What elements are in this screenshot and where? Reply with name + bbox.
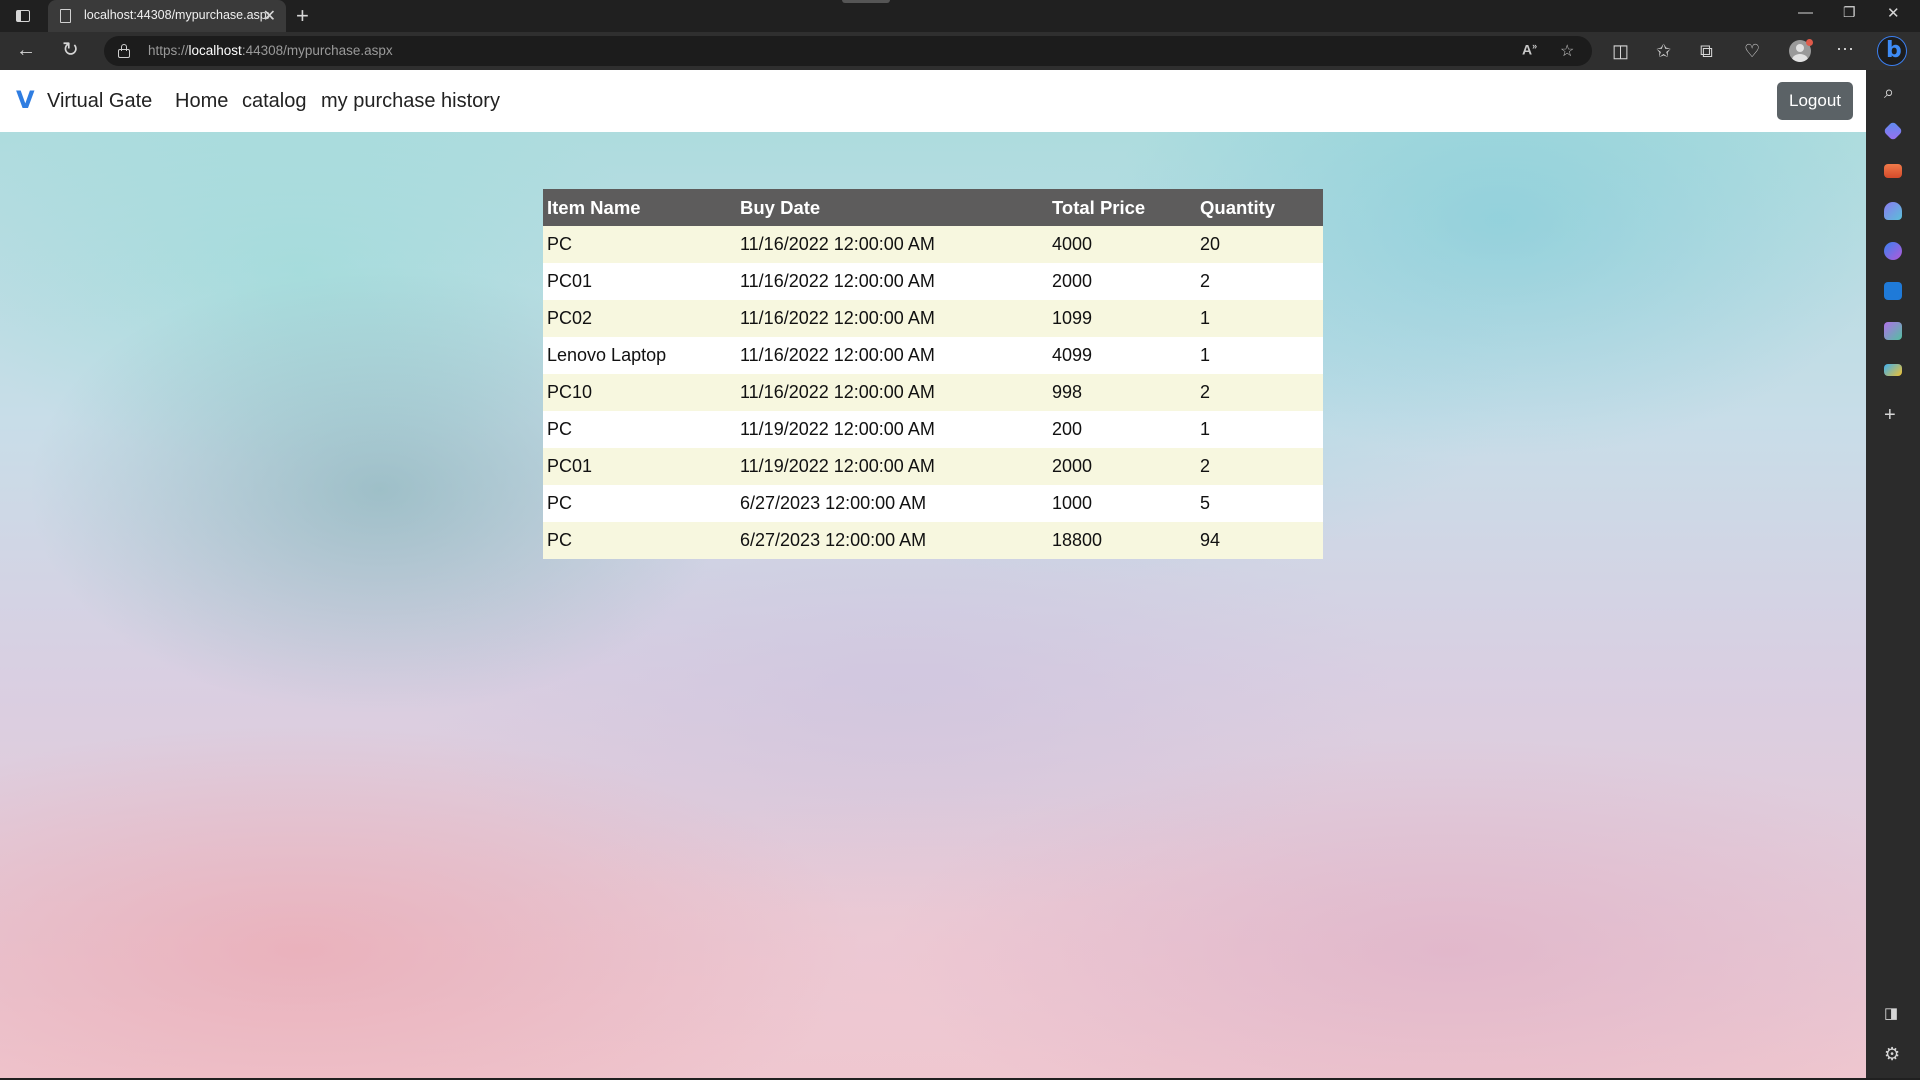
item-name-cell: PC10: [543, 374, 736, 411]
new-tab-icon[interactable]: +: [296, 3, 309, 29]
quantity-cell: 2: [1196, 374, 1323, 411]
page-icon: [60, 9, 71, 23]
total-price-cell: 200: [1048, 411, 1196, 448]
item-name-cell: PC01: [543, 448, 736, 485]
nav-link-purchase-history[interactable]: my purchase history: [321, 90, 500, 113]
games-icon[interactable]: [1884, 202, 1902, 220]
nav-link-home[interactable]: Home: [175, 90, 228, 113]
table-header-row: Item Name Buy Date Total Price Quantity: [543, 189, 1323, 226]
search-icon[interactable]: ⌕: [1884, 82, 1894, 103]
purchase-history-table: Item Name Buy Date Total Price Quantity …: [543, 189, 1323, 559]
item-name-cell: PC01: [543, 263, 736, 300]
designer-icon[interactable]: [1884, 322, 1902, 340]
buy-date-cell: 6/27/2023 12:00:00 AM: [736, 522, 1048, 559]
settings-icon[interactable]: ⚙: [1884, 1044, 1900, 1065]
copilot-icon[interactable]: [1884, 242, 1902, 260]
browser-tab-strip: localhost:44308/mypurchase.aspx ✕ + — ❐ …: [0, 0, 1920, 32]
buy-date-cell: 11/16/2022 12:00:00 AM: [736, 374, 1048, 411]
restore-icon[interactable]: ❐: [1843, 4, 1856, 21]
table-row: PC 11/16/2022 12:00:00 AM 4000 20: [543, 226, 1323, 263]
quantity-cell: 2: [1196, 448, 1323, 485]
table-row: PC10 11/16/2022 12:00:00 AM 998 2: [543, 374, 1323, 411]
total-price-cell: 1099: [1048, 300, 1196, 337]
total-price-cell: 2000: [1048, 263, 1196, 300]
item-name-cell: PC02: [543, 300, 736, 337]
minimize-icon[interactable]: —: [1798, 4, 1813, 21]
table-row: PC 6/27/2023 12:00:00 AM 18800 94: [543, 522, 1323, 559]
url-text[interactable]: https://localhost:44308/mypurchase.aspx: [148, 43, 393, 58]
address-bar[interactable]: https://localhost:44308/mypurchase.aspx …: [104, 36, 1592, 66]
quantity-cell: 1: [1196, 337, 1323, 374]
read-aloud-icon[interactable]: A»: [1522, 41, 1537, 58]
quantity-cell: 20: [1196, 226, 1323, 263]
total-price-cell: 18800: [1048, 522, 1196, 559]
nav-link-catalog[interactable]: catalog: [242, 90, 307, 113]
collections-icon[interactable]: ⧉: [1700, 42, 1713, 60]
browser-essentials-icon[interactable]: ♡: [1744, 42, 1760, 60]
brand-logo[interactable]: V: [16, 88, 35, 112]
bing-icon[interactable]: [1877, 36, 1907, 66]
quantity-cell: 5: [1196, 485, 1323, 522]
back-icon[interactable]: ←: [16, 40, 36, 60]
column-header-total-price: Total Price: [1048, 189, 1196, 226]
total-price-cell: 1000: [1048, 485, 1196, 522]
browser-toolbar: ← ↻ https://localhost:44308/mypurchase.a…: [0, 32, 1920, 70]
logout-button[interactable]: Logout: [1777, 82, 1853, 120]
buy-date-cell: 11/16/2022 12:00:00 AM: [736, 337, 1048, 374]
shopping-tag-icon[interactable]: [1883, 121, 1903, 141]
item-name-cell: PC: [543, 226, 736, 263]
quantity-cell: 94: [1196, 522, 1323, 559]
quantity-cell: 2: [1196, 263, 1323, 300]
item-name-cell: PC: [543, 485, 736, 522]
item-name-cell: PC: [543, 522, 736, 559]
total-price-cell: 4099: [1048, 337, 1196, 374]
tools-icon[interactable]: [1884, 164, 1902, 178]
add-icon[interactable]: +: [1884, 404, 1896, 427]
item-name-cell: PC: [543, 411, 736, 448]
browser-tab[interactable]: localhost:44308/mypurchase.aspx ✕: [48, 0, 286, 32]
table-row: PC02 11/16/2022 12:00:00 AM 1099 1: [543, 300, 1323, 337]
sidebar-toggle-icon[interactable]: ◨: [1884, 1004, 1898, 1022]
close-window-icon[interactable]: ✕: [1887, 4, 1900, 22]
quantity-cell: 1: [1196, 411, 1323, 448]
site-navbar: V Virtual Gate Home catalog my purchase …: [0, 70, 1866, 132]
refresh-icon[interactable]: ↻: [62, 40, 79, 60]
buy-date-cell: 11/16/2022 12:00:00 AM: [736, 300, 1048, 337]
quantity-cell: 1: [1196, 300, 1323, 337]
column-header-quantity: Quantity: [1196, 189, 1323, 226]
table-row: PC01 11/19/2022 12:00:00 AM 2000 2: [543, 448, 1323, 485]
favorites-icon[interactable]: ✩: [1656, 42, 1671, 60]
tab-actions-icon[interactable]: [12, 6, 34, 26]
split-screen-icon[interactable]: ◫: [1612, 42, 1629, 60]
edge-sidebar: ⌕ + ◨ ⚙: [1866, 70, 1920, 1078]
buy-date-cell: 11/19/2022 12:00:00 AM: [736, 411, 1048, 448]
close-tab-icon[interactable]: ✕: [263, 6, 276, 26]
column-header-item-name: Item Name: [543, 189, 736, 226]
more-icon[interactable]: ⋯: [1836, 40, 1854, 58]
total-price-cell: 4000: [1048, 226, 1196, 263]
drop-icon[interactable]: [1884, 364, 1902, 376]
buy-date-cell: 11/16/2022 12:00:00 AM: [736, 263, 1048, 300]
page-viewport: V Virtual Gate Home catalog my purchase …: [0, 70, 1866, 1078]
total-price-cell: 998: [1048, 374, 1196, 411]
brand-name[interactable]: Virtual Gate: [47, 90, 152, 113]
table-row: PC 11/19/2022 12:00:00 AM 200 1: [543, 411, 1323, 448]
lock-icon[interactable]: [118, 44, 130, 58]
favorite-star-icon[interactable]: ☆: [1560, 41, 1574, 61]
buy-date-cell: 6/27/2023 12:00:00 AM: [736, 485, 1048, 522]
table-row: Lenovo Laptop 11/16/2022 12:00:00 AM 409…: [543, 337, 1323, 374]
table-row: PC01 11/16/2022 12:00:00 AM 2000 2: [543, 263, 1323, 300]
buy-date-cell: 11/19/2022 12:00:00 AM: [736, 448, 1048, 485]
notification-dot: [1806, 39, 1813, 46]
buy-date-cell: 11/16/2022 12:00:00 AM: [736, 226, 1048, 263]
outlook-icon[interactable]: [1884, 282, 1902, 300]
table-row: PC 6/27/2023 12:00:00 AM 1000 5: [543, 485, 1323, 522]
total-price-cell: 2000: [1048, 448, 1196, 485]
item-name-cell: Lenovo Laptop: [543, 337, 736, 374]
column-header-buy-date: Buy Date: [736, 189, 1048, 226]
tab-handle: [842, 0, 890, 3]
